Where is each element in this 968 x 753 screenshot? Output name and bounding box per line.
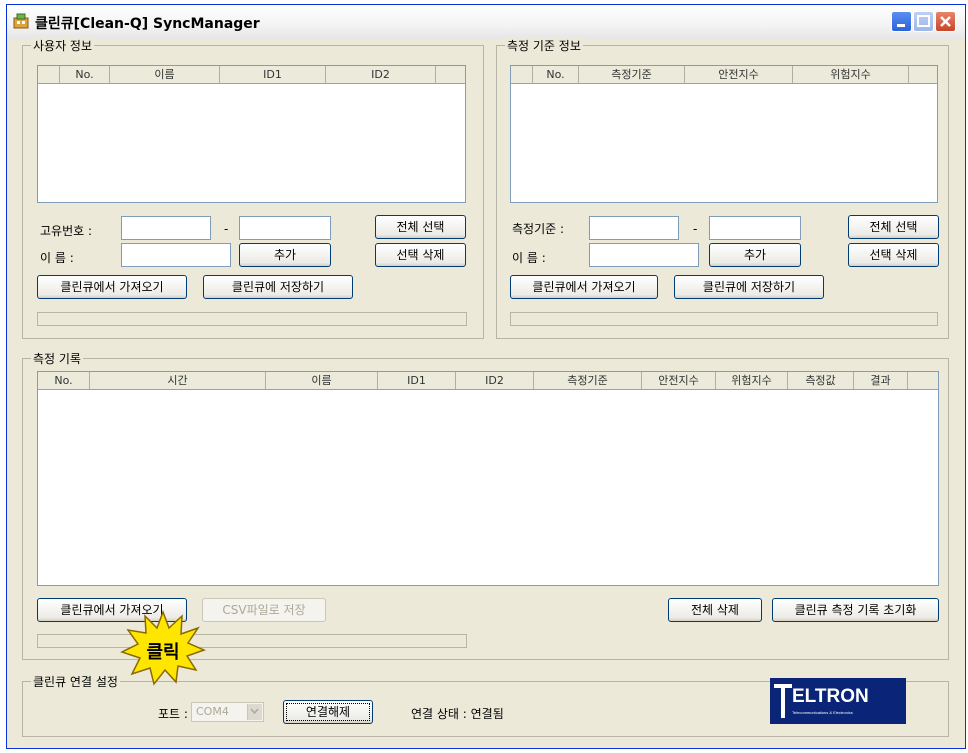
criteria-name-label: 이 름 : — [512, 251, 546, 265]
column-header-criteria[interactable]: 측정기준 — [534, 372, 642, 389]
column-header-result[interactable]: 결과 — [854, 372, 908, 389]
records-label: 측정 기록 — [31, 350, 83, 367]
close-icon — [940, 16, 951, 27]
serial-input-1[interactable] — [121, 216, 211, 240]
minimize-icon — [897, 24, 905, 27]
criteria-list[interactable]: No. 측정기준 안전지수 위험지수 — [510, 65, 938, 203]
maximize-button[interactable] — [913, 11, 934, 32]
column-header-id1[interactable]: ID1 — [220, 66, 326, 83]
user-delete-selected-button[interactable]: 선택 삭제 — [375, 243, 466, 267]
delete-all-records-button[interactable]: 전체 삭제 — [668, 598, 762, 622]
name-input[interactable] — [121, 243, 231, 267]
callout-text: 클릭 — [146, 642, 179, 663]
column-header-criteria[interactable]: 측정기준 — [579, 66, 685, 83]
column-header-check[interactable] — [38, 66, 60, 83]
criteria-input-2[interactable] — [709, 216, 801, 240]
user-add-button[interactable]: 추가 — [239, 243, 331, 267]
user-list[interactable]: No. 이름 ID1 ID2 — [37, 65, 466, 203]
column-header-no[interactable]: No. — [533, 66, 579, 83]
user-save-button[interactable]: 클린큐에 저장하기 — [203, 275, 353, 299]
logo-text: ELTRON — [792, 686, 869, 707]
column-header-time[interactable]: 시간 — [90, 372, 266, 389]
port-select: COM4 — [191, 702, 264, 722]
chevron-down-icon — [247, 704, 262, 720]
user-select-all-button[interactable]: 전체 선택 — [375, 215, 466, 239]
records-progress-bar — [37, 634, 467, 648]
criteria-dash: - — [693, 222, 698, 236]
column-header-id2[interactable]: ID2 — [326, 66, 436, 83]
user-list-header: No. 이름 ID1 ID2 — [38, 66, 465, 84]
column-header-danger-index[interactable]: 위험지수 — [793, 66, 909, 83]
title-bar[interactable]: 클린큐[Clean-Q] SyncManager — [7, 5, 965, 39]
column-header-no[interactable]: No. — [60, 66, 110, 83]
click-callout: 클릭 — [120, 609, 207, 686]
column-header-name[interactable]: 이름 — [110, 66, 220, 83]
teltron-logo-icon: ELTRON Telecommunications & Electronics — [774, 684, 869, 718]
window-title: 클린큐[Clean-Q] SyncManager — [35, 16, 260, 32]
criteria-select-all-button[interactable]: 전체 선택 — [848, 215, 939, 239]
logo-subtext: Telecommunications & Electronics — [792, 710, 853, 715]
column-header-safe-index[interactable]: 안전지수 — [642, 372, 716, 389]
criteria-save-button[interactable]: 클린큐에 저장하기 — [674, 275, 824, 299]
user-info-label: 사용자 정보 — [31, 37, 95, 54]
column-header-value[interactable]: 측정값 — [788, 372, 854, 389]
criteria-list-header: No. 측정기준 안전지수 위험지수 — [511, 66, 937, 84]
user-progress-bar — [37, 312, 467, 326]
csv-save-button: CSV파일로 저장 — [202, 598, 326, 622]
serial-label: 고유번호 : — [40, 224, 93, 238]
column-header-id1[interactable]: ID1 — [378, 372, 456, 389]
criteria-add-button[interactable]: 추가 — [709, 243, 801, 267]
column-header-danger-index[interactable]: 위험지수 — [716, 372, 788, 389]
criteria-progress-bar — [510, 312, 938, 326]
maximize-icon — [917, 15, 930, 27]
column-header-safe-index[interactable]: 안전지수 — [685, 66, 793, 83]
column-header-name[interactable]: 이름 — [266, 372, 378, 389]
connection-label: 클린큐 연결 설정 — [31, 673, 120, 690]
records-list[interactable]: No. 시간 이름 ID1 ID2 측정기준 안전지수 위험지수 측정값 결과 — [37, 371, 939, 586]
criteria-delete-selected-button[interactable]: 선택 삭제 — [848, 243, 939, 267]
criteria-input-1[interactable] — [589, 216, 679, 240]
port-value: COM4 — [196, 705, 229, 718]
port-label: 포트 : — [158, 707, 188, 721]
criteria-fetch-button[interactable]: 클린큐에서 가져오기 — [510, 275, 658, 299]
column-header-id2[interactable]: ID2 — [456, 372, 534, 389]
records-list-header: No. 시간 이름 ID1 ID2 측정기준 안전지수 위험지수 측정값 결과 — [38, 372, 938, 390]
user-fetch-button[interactable]: 클린큐에서 가져오기 — [37, 275, 187, 299]
app-icon — [13, 13, 29, 29]
minimize-button[interactable] — [891, 11, 912, 32]
serial-input-2[interactable] — [239, 216, 331, 240]
name-label: 이 름 : — [40, 251, 74, 265]
column-header-no[interactable]: No. — [38, 372, 90, 389]
criteria-info-label: 측정 기준 정보 — [505, 37, 583, 54]
connection-status: 연결 상태 : 연결됨 — [411, 707, 504, 721]
disconnect-button[interactable]: 연결해제 — [283, 700, 373, 724]
close-button[interactable] — [935, 11, 956, 32]
criteria-name-input[interactable] — [589, 243, 699, 267]
column-header-check[interactable] — [511, 66, 533, 83]
teltron-logo: ELTRON Telecommunications & Electronics — [770, 678, 906, 724]
serial-dash: - — [224, 222, 229, 236]
reset-records-button[interactable]: 클린큐 측정 기록 초기화 — [772, 598, 939, 622]
criteria-label: 측정기준 : — [512, 222, 565, 236]
